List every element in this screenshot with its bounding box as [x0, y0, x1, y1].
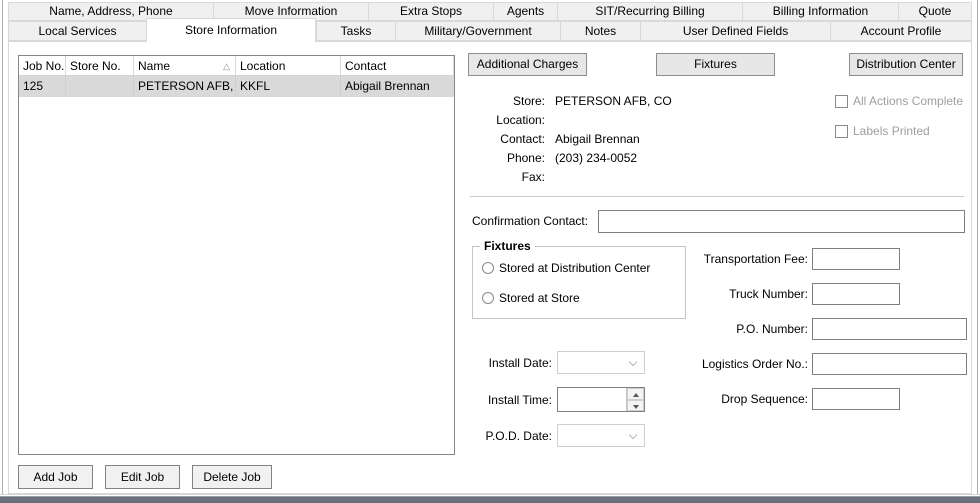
job-list-header: Job No. Store No. Name △ Location Contac… — [19, 56, 454, 76]
tab-strip-row2: Local Services Store Information Tasks M… — [8, 18, 972, 42]
store-info-row: Phone: (203) 234-0052 — [470, 151, 672, 170]
additional-charges-button[interactable]: Additional Charges — [468, 53, 587, 76]
column-header-location[interactable]: Location — [236, 56, 341, 75]
column-header-name-label: Name — [138, 59, 171, 73]
store-label: Store: — [512, 94, 545, 108]
tab-quote[interactable]: Quote — [898, 2, 972, 21]
stored-at-store-radio[interactable]: Stored at Store — [482, 291, 580, 305]
phone-value: (203) 234-0052 — [555, 151, 638, 165]
confirmation-contact-label: Confirmation Contact: — [472, 214, 589, 228]
store-info-row: Fax: — [470, 170, 672, 189]
tab-billing-information[interactable]: Billing Information — [742, 2, 898, 21]
pod-date-label: P.O.D. Date: — [485, 429, 552, 443]
job-cell-job-no: 125 — [19, 76, 66, 97]
column-header-store-no[interactable]: Store No. — [66, 56, 134, 75]
labels-printed-label: Labels Printed — [853, 124, 930, 138]
column-header-contact[interactable]: Contact — [341, 56, 454, 75]
all-actions-complete-label: All Actions Complete — [853, 94, 964, 108]
job-cell-location: KKFL — [236, 76, 341, 97]
store-info-row: Location: — [470, 113, 672, 132]
store-info-row: Contact: Abigail Brennan — [470, 132, 672, 151]
window-left-edge — [2, 0, 3, 495]
fixtures-group-title: Fixtures — [480, 239, 535, 253]
confirmation-contact-input[interactable] — [598, 210, 965, 233]
sort-ascending-icon: △ — [223, 61, 230, 71]
tab-extra-stops[interactable]: Extra Stops — [368, 2, 493, 21]
tab-notes[interactable]: Notes — [560, 21, 640, 41]
checkbox-icon — [835, 124, 848, 138]
window-bottom-line — [0, 494, 980, 495]
job-cell-contact: Abigail Brennan — [345, 79, 430, 93]
column-header-job-no[interactable]: Job No. — [19, 56, 66, 75]
all-actions-complete-checkbox[interactable]: All Actions Complete — [835, 94, 963, 108]
radio-icon — [482, 262, 494, 274]
contact-value: Abigail Brennan — [555, 132, 640, 146]
chevron-down-icon — [628, 430, 638, 440]
delete-job-button[interactable]: Delete Job — [192, 465, 272, 489]
tab-tasks[interactable]: Tasks — [316, 21, 395, 41]
store-information-window: Name, Address, Phone Move Information Ex… — [0, 0, 980, 503]
drop-sequence-label: Drop Sequence: — [721, 392, 808, 406]
fixtures-button[interactable]: Fixtures — [656, 53, 775, 76]
stored-at-store-label: Stored at Store — [499, 291, 580, 305]
tab-account-profile[interactable]: Account Profile — [830, 21, 972, 41]
location-label: Location: — [496, 113, 545, 127]
window-right-edge — [977, 0, 978, 495]
tab-local-services[interactable]: Local Services — [8, 21, 146, 41]
tab-sit-recurring-billing[interactable]: SIT/Recurring Billing — [557, 2, 742, 21]
transportation-fee-label: Transportation Fee: — [703, 252, 808, 266]
truck-number-label: Truck Number: — [729, 287, 808, 301]
stored-at-distribution-center-label: Stored at Distribution Center — [499, 261, 651, 275]
labels-printed-checkbox[interactable]: Labels Printed — [835, 124, 930, 138]
pod-date-dropdown[interactable] — [557, 424, 645, 447]
phone-label: Phone: — [506, 151, 545, 165]
job-row-selected[interactable]: 125 PETERSON AFB, C KKFL Abigail Brennan — [19, 76, 454, 97]
store-value: PETERSON AFB, CO — [555, 94, 672, 108]
tab-user-defined-fields[interactable]: User Defined Fields — [640, 21, 830, 41]
truck-number-input[interactable] — [812, 283, 900, 305]
job-cell-name: PETERSON AFB, C — [134, 76, 236, 97]
store-info-row: Store: PETERSON AFB, CO — [470, 94, 672, 113]
logistics-order-no-input[interactable] — [812, 353, 967, 375]
tab-agents[interactable]: Agents — [493, 2, 557, 21]
drop-sequence-input[interactable] — [812, 388, 900, 410]
job-cell-store-no — [66, 76, 134, 97]
add-job-button[interactable]: Add Job — [18, 465, 93, 489]
store-info-block: Store: PETERSON AFB, CO Location: Contac… — [470, 94, 672, 189]
tab-store-information[interactable]: Store Information — [146, 18, 316, 42]
column-header-name[interactable]: Name △ — [134, 56, 236, 75]
stored-at-distribution-center-radio[interactable]: Stored at Distribution Center — [482, 261, 650, 275]
po-number-label: P.O. Number: — [736, 322, 808, 336]
checkbox-icon — [835, 94, 848, 108]
job-list: Job No. Store No. Name △ Location Contac… — [18, 55, 455, 455]
fax-label: Fax: — [521, 170, 545, 184]
edit-job-button[interactable]: Edit Job — [105, 465, 180, 489]
logistics-order-no-label: Logistics Order No.: — [701, 357, 808, 371]
install-date-label: Install Date: — [488, 356, 552, 370]
window-bottom-bar — [0, 496, 980, 503]
transportation-fee-input[interactable] — [812, 248, 900, 270]
tab-military-government[interactable]: Military/Government — [395, 21, 560, 41]
po-number-input[interactable] — [812, 318, 967, 340]
distribution-center-button[interactable]: Distribution Center — [849, 53, 963, 76]
install-time-label: Install Time: — [487, 393, 552, 407]
section-divider — [470, 196, 964, 197]
contact-label: Contact: — [500, 132, 545, 146]
radio-icon — [482, 292, 494, 304]
